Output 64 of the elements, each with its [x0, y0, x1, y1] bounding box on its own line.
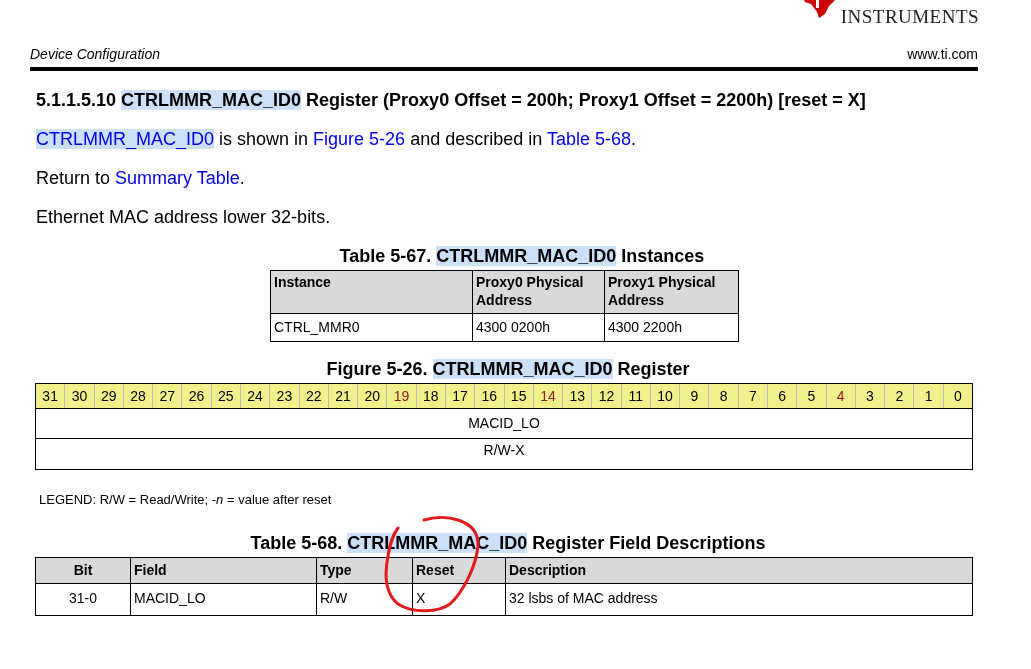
- section-heading: 5.1.1.5.10 CTRLMMR_MAC_ID0 Register (Proxy0 Offset = 200h; Proxy1 Offset = 2200h) [reset = X]: [36, 89, 867, 112]
- access-cell-text: R/W-X: [482, 441, 526, 460]
- table-cell: 4300 0200h: [472, 313, 605, 342]
- table-caption: Table 5-67. CTRLMMR_MAC_ID0 Instances: [338, 245, 706, 268]
- link[interactable]: Summary Table: [115, 168, 240, 188]
- bit-number: 1: [913, 384, 943, 408]
- bit-number: 11: [620, 384, 650, 408]
- table-cell: R/W: [316, 583, 413, 615]
- table-cell: X: [412, 583, 506, 615]
- bit-number: 19: [386, 384, 416, 408]
- logo-text: INSTRUMENTS: [840, 7, 979, 26]
- column-header: Instance: [270, 270, 473, 314]
- column-header: Type: [316, 557, 413, 583]
- column-header: Field: [130, 557, 317, 583]
- bit-number: 30: [64, 384, 94, 408]
- bit-number: 4: [825, 384, 855, 408]
- bit-number: 31: [41, 386, 59, 406]
- bit-number: 5: [796, 384, 826, 408]
- website-text: www.ti.com: [907, 45, 978, 64]
- bit-number: 29: [93, 384, 123, 408]
- bit-number: 24: [239, 384, 270, 408]
- column-header: Reset: [412, 557, 506, 583]
- bit-number: 0: [942, 384, 972, 408]
- bit-number: 18: [415, 384, 445, 408]
- bit-number: 9: [679, 384, 709, 408]
- bit-number: 10: [649, 384, 680, 408]
- paragraph: Return to Summary Table.: [36, 167, 246, 190]
- legend-text: LEGEND: R/W = Read/Write; -n = value after reset: [39, 491, 333, 509]
- link[interactable]: Table 5-68: [546, 129, 631, 149]
- paragraph: CTRLMMR_MAC_ID0 is shown in Figure 5-26 and described in Table 5-68.: [36, 128, 637, 152]
- column-header: Description: [505, 557, 973, 583]
- table-cell: 4300 2200h: [604, 313, 739, 342]
- bit-number: 25: [210, 384, 240, 408]
- figure-caption: Figure 5-26. CTRLMMR_MAC_ID0 Register: [325, 358, 691, 381]
- bit-number: 21: [327, 384, 358, 408]
- bit-number: 3: [854, 384, 885, 408]
- bit-number: 8: [708, 384, 738, 408]
- field-name-cell: MACID_LO: [36, 409, 972, 439]
- bit-number: 22: [298, 384, 328, 408]
- bit-number: 20: [357, 384, 387, 408]
- bit-number: 2: [884, 384, 914, 408]
- bit-number: 13: [562, 384, 592, 408]
- link[interactable]: Figure 5-26: [313, 129, 406, 149]
- bit-number: 16: [474, 384, 504, 408]
- bit-number: 27: [152, 384, 182, 408]
- column-header: Proxy1 Physical Address: [604, 270, 739, 314]
- table-cell: 32 lsbs of MAC address: [505, 583, 973, 615]
- column-header: Proxy0 Physical Address: [472, 270, 605, 314]
- link[interactable]: CTRLMMR_MAC_ID0: [36, 129, 215, 149]
- running-header: Device Configuration: [30, 45, 160, 64]
- bit-number: 6: [767, 384, 797, 408]
- bit-number: 14: [532, 384, 563, 408]
- bit-number: 7: [737, 384, 768, 408]
- column-header: Bit: [35, 557, 131, 583]
- bit-number: 28: [122, 384, 153, 408]
- bit-number: 15: [503, 384, 533, 408]
- paragraph: Ethernet MAC address lower 32-bits.: [36, 206, 332, 229]
- bit-number: 26: [181, 384, 211, 408]
- table-cell: MACID_LO: [130, 583, 317, 615]
- table-cell: CTRL_MMR0: [270, 313, 473, 342]
- table-cell: 31-0: [35, 583, 131, 615]
- bit-number: 17: [444, 384, 475, 408]
- bit-number: 12: [591, 384, 621, 408]
- bit-number: 23: [269, 384, 299, 408]
